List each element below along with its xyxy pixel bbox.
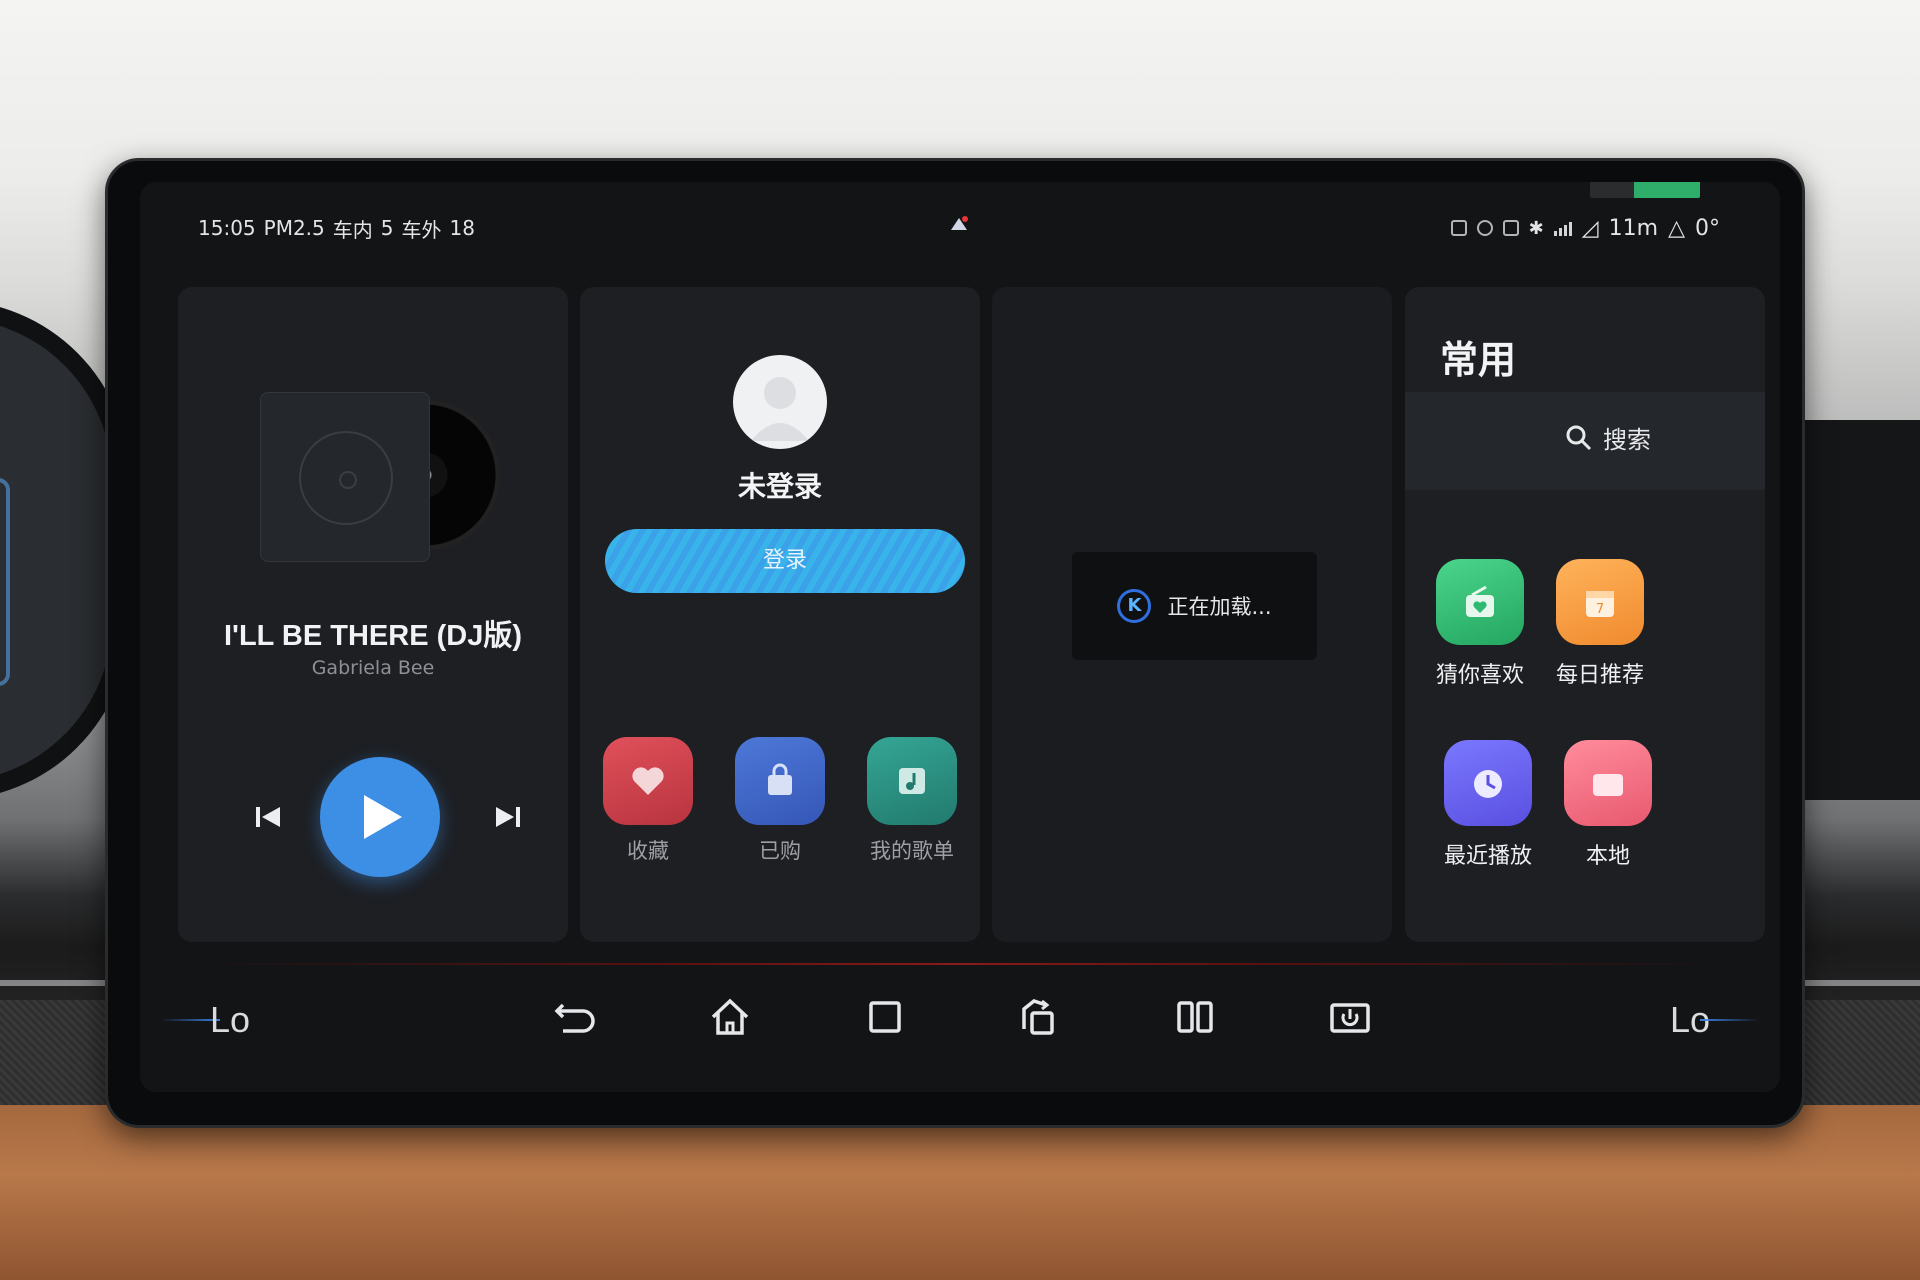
avatar[interactable] — [733, 355, 827, 449]
radio-icon — [1436, 559, 1524, 645]
car-dash-trim — [1800, 420, 1920, 800]
location-icon — [1476, 220, 1493, 236]
back-button[interactable] — [545, 987, 605, 1047]
login-button[interactable]: 登录 — [605, 529, 965, 593]
system-status: ✱ ◿ 11m △ 0° — [1450, 215, 1720, 241]
my-playlists-label: 我的歌单 — [870, 839, 954, 863]
app-logo-icon: K — [1117, 589, 1152, 623]
content-loading-card: K 正在加载... — [992, 287, 1392, 942]
local-music-button[interactable]: 本地 — [1553, 740, 1663, 870]
guess-you-like-label: 猜你喜欢 — [1435, 663, 1524, 688]
split-screen-icon — [1177, 1001, 1213, 1033]
status-time: 15:05 — [198, 216, 256, 240]
next-track-button[interactable] — [488, 797, 528, 837]
calendar-day: 7 — [1596, 602, 1604, 617]
range-value: 11m — [1608, 215, 1659, 241]
favorites-label: 收藏 — [627, 839, 669, 863]
signal-icon — [1553, 220, 1572, 236]
nav-divider — [200, 963, 1720, 965]
inside-label: 车内 — [332, 217, 373, 242]
recently-played-button[interactable]: 最近播放 — [1433, 740, 1543, 870]
calendar-icon: 7 — [1556, 559, 1644, 645]
heart-icon — [603, 737, 693, 825]
local-music-label: 本地 — [1585, 844, 1630, 869]
playback-controls — [178, 757, 568, 877]
bluetooth-icon: ✱ — [1528, 217, 1544, 239]
brand-streak-right — [1700, 1019, 1760, 1021]
home-button[interactable] — [700, 987, 760, 1047]
triangle-icon: △ — [1668, 215, 1685, 241]
loading-toast: K 正在加载... — [1072, 552, 1317, 660]
car-leather-dash — [0, 1105, 1920, 1280]
song-artist: Gabriela Bee — [311, 657, 435, 679]
search-icon — [1566, 425, 1592, 450]
daily-recommend-label: 每日推荐 — [1555, 663, 1644, 688]
infotainment-screen: 15:05 PM2.5 车内 5 车外 18 ✱ ◿ 11m △ 0° I'LL… — [140, 182, 1780, 1092]
music-player-card: I'LL BE THERE (DJ版) Gabriela Bee — [178, 287, 568, 942]
recently-played-label: 最近播放 — [1443, 844, 1532, 869]
angle-value: 0° — [1695, 215, 1720, 241]
rotate-button[interactable] — [1010, 987, 1070, 1047]
play-button[interactable] — [320, 757, 440, 877]
my-playlists-button[interactable]: 我的歌单 — [867, 737, 957, 865]
brand-logo-left: Lo — [210, 999, 251, 1040]
pm25-label: PM2.5 — [263, 216, 325, 240]
home-icon — [711, 998, 749, 1035]
common-shortcuts-card: 常用 搜索 猜你喜欢 7 每日推荐 最近播放 本地 — [1405, 287, 1765, 942]
climate-status: 15:05 PM2.5 车内 5 车外 18 — [198, 214, 475, 243]
quick-actions: 收藏 已购 我的歌单 — [580, 737, 980, 865]
rotate-icon — [1022, 999, 1054, 1035]
purchased-button[interactable]: 已购 — [735, 737, 825, 865]
playlist-icon — [867, 737, 957, 825]
network-icon: ◿ — [1581, 215, 1599, 241]
bag-icon — [735, 737, 825, 825]
back-icon — [554, 1003, 595, 1033]
eco-icon — [1450, 220, 1467, 236]
notification-icon[interactable] — [947, 214, 971, 238]
data-icon — [1502, 220, 1519, 236]
split-screen-button[interactable] — [1165, 987, 1225, 1047]
daily-recommend-button[interactable]: 7 每日推荐 — [1545, 559, 1655, 689]
outside-label: 车外 — [401, 217, 442, 242]
purchased-label: 已购 — [759, 839, 801, 863]
search-label: 搜索 — [1603, 426, 1651, 454]
login-status: 未登录 — [737, 470, 822, 503]
previous-track-button[interactable] — [248, 797, 288, 837]
song-title: I'LL BE THERE (DJ版) — [224, 620, 522, 652]
display-sensor-strip — [1590, 182, 1700, 198]
system-nav-bar: Lo Lo — [140, 957, 1780, 1077]
search-button[interactable]: 搜索 — [1565, 420, 1651, 455]
screen-off-button[interactable] — [1320, 987, 1380, 1047]
section-title: 常用 — [1440, 338, 1517, 382]
album-art[interactable] — [260, 392, 500, 562]
folder-icon — [1564, 740, 1652, 826]
recent-apps-icon — [869, 1001, 901, 1033]
album-cover — [260, 392, 430, 562]
status-bar: 15:05 PM2.5 车内 5 车外 18 ✱ ◿ 11m △ 0° — [198, 212, 1720, 244]
outside-value: 18 — [449, 216, 475, 240]
inside-value: 5 — [380, 216, 394, 240]
user-account-card: 未登录 登录 收藏 已购 我的歌单 — [580, 287, 980, 942]
guess-you-like-button[interactable]: 猜你喜欢 — [1425, 559, 1535, 689]
recent-apps-button[interactable] — [855, 987, 915, 1047]
clock-icon — [1444, 740, 1532, 826]
power-icon — [1330, 1003, 1370, 1033]
favorites-button[interactable]: 收藏 — [603, 737, 693, 865]
loading-text: 正在加载... — [1167, 595, 1272, 619]
